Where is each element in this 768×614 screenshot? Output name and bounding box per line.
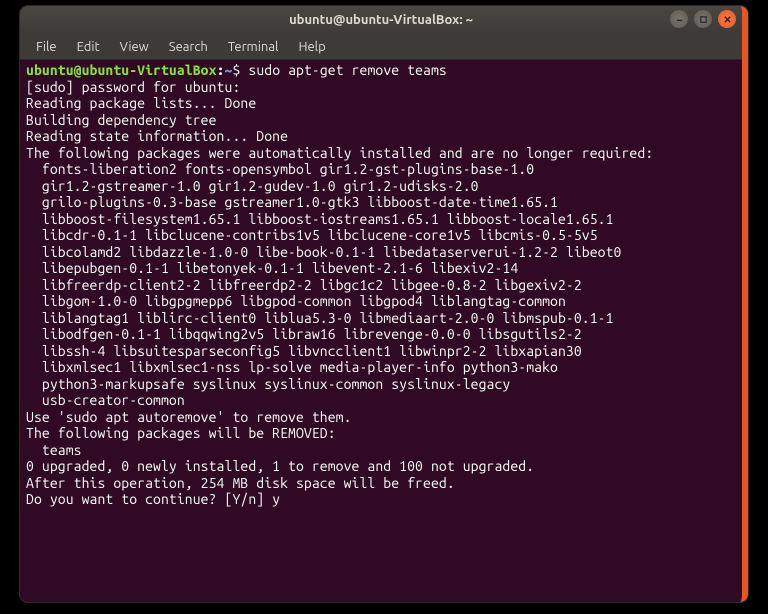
- minimize-icon: [675, 15, 684, 24]
- menu-file[interactable]: File: [28, 37, 65, 57]
- output-line: Do you want to continue? [Y/n] y: [26, 491, 280, 507]
- output-line: The following packages will be REMOVED:: [26, 425, 336, 441]
- output-line: libcdr-0.1-1 libclucene-contribs1v5 libc…: [26, 227, 598, 243]
- menubar: File Edit View Search Terminal Help: [20, 34, 742, 60]
- output-line: libboost-filesystem1.65.1 libboost-iostr…: [26, 211, 614, 227]
- output-line: Reading state information... Done: [26, 128, 288, 144]
- prompt-colon: :: [217, 62, 225, 78]
- menu-terminal[interactable]: Terminal: [220, 37, 287, 57]
- output-line: libxmlsec1 libxmlsec1-nss lp-solve media…: [26, 359, 558, 375]
- output-line: After this operation, 254 MB disk space …: [26, 475, 455, 491]
- close-button[interactable]: [718, 10, 736, 28]
- minimize-button[interactable]: [670, 10, 688, 28]
- output-line: usb-creator-common: [26, 392, 185, 408]
- menu-view[interactable]: View: [112, 37, 157, 57]
- output-line: grilo-plugins-0.3-base gstreamer1.0-gtk3…: [26, 194, 558, 210]
- window-controls: [670, 10, 736, 28]
- window-title: ubuntu@ubuntu-VirtualBox: ~: [289, 13, 473, 27]
- output-line: libssh-4 libsuitesparseconfig5 libvnccli…: [26, 343, 582, 359]
- titlebar: ubuntu@ubuntu-VirtualBox: ~: [20, 6, 742, 34]
- output-line: libgom-1.0-0 libgpgmepp6 libgpod-common …: [26, 293, 566, 309]
- output-line: [sudo] password for ubuntu:: [26, 79, 240, 95]
- output-line: liblangtag1 liblirc-client0 liblua5.3-0 …: [26, 310, 614, 326]
- command-text: sudo apt-get remove teams: [248, 62, 447, 78]
- output-line: teams: [26, 442, 82, 458]
- prompt-userhost: ubuntu@ubuntu-VirtualBox: [26, 62, 217, 78]
- output-line: Reading package lists... Done: [26, 95, 256, 111]
- terminal-window: ubuntu@ubuntu-VirtualBox: ~ File Edit Vi…: [20, 6, 748, 602]
- output-line: libfreerdp-client2-2 libfreerdp2-2 libgc…: [26, 277, 582, 293]
- maximize-button[interactable]: [694, 10, 712, 28]
- menu-search[interactable]: Search: [161, 37, 216, 57]
- menu-help[interactable]: Help: [290, 37, 333, 57]
- output-line: libodfgen-0.1-1 libqqwing2v5 libraw16 li…: [26, 326, 582, 342]
- prompt-sigil: $: [232, 62, 240, 78]
- output-line: libepubgen-0.1-1 libetonyek-0.1-1 libeve…: [26, 260, 518, 276]
- output-line: Use 'sudo apt autoremove' to remove them…: [26, 409, 352, 425]
- output-line: Building dependency tree: [26, 112, 217, 128]
- output-line: fonts-liberation2 fonts-opensymbol gir1.…: [26, 161, 534, 177]
- close-icon: [723, 15, 732, 24]
- output-line: 0 upgraded, 0 newly installed, 1 to remo…: [26, 458, 534, 474]
- output-line: gir1.2-gstreamer-1.0 gir1.2-gudev-1.0 gi…: [26, 178, 479, 194]
- output-line: libcolamd2 libdazzle-1.0-0 libe-book-0.1…: [26, 244, 622, 260]
- menu-edit[interactable]: Edit: [69, 37, 108, 57]
- output-line: python3-markupsafe syslinux syslinux-com…: [26, 376, 510, 392]
- terminal-body[interactable]: ubuntu@ubuntu-VirtualBox:~$ sudo apt-get…: [20, 60, 742, 514]
- output-line: The following packages were automaticall…: [26, 145, 653, 161]
- maximize-icon: [699, 15, 708, 24]
